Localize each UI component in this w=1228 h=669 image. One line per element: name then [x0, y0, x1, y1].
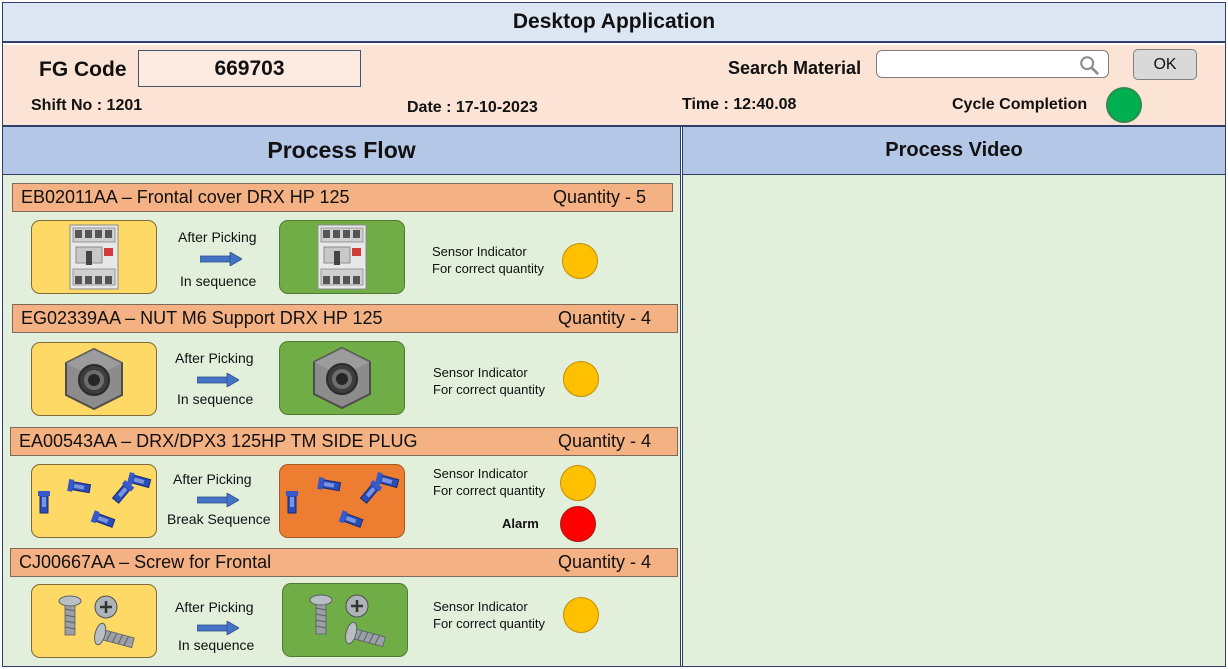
before-pick-image	[31, 584, 157, 658]
material-row-header[interactable]: EG02339AA – NUT M6 Support DRX HP 125 Qu…	[12, 304, 678, 333]
alarm-indicator-light	[560, 506, 596, 542]
fg-code-field[interactable]: 669703	[138, 50, 361, 87]
before-pick-image	[31, 342, 157, 416]
sensor-indicator-sub-label: For correct quantity	[433, 382, 545, 397]
sensor-indicator-sub-label: For correct quantity	[433, 483, 545, 498]
app-title: Desktop Application	[3, 3, 1225, 43]
material-code-description: CJ00667AA – Screw for Frontal	[19, 552, 272, 572]
desktop-app-window: Desktop Application FG Code 669703 Searc…	[2, 2, 1226, 667]
hex-nut-icon	[65, 348, 123, 410]
header-panel: FG Code 669703 Search Material OK Shift …	[3, 45, 1225, 127]
circuit-breaker-icon	[69, 224, 119, 290]
screw-icon	[58, 594, 137, 654]
sensor-indicator-light	[563, 597, 599, 633]
material-code-description: EG02339AA – NUT M6 Support DRX HP 125	[21, 308, 383, 328]
material-quantity: Quantity - 4	[557, 552, 651, 572]
side-plug-icon	[37, 471, 152, 530]
material-row-header[interactable]: EA00543AA – DRX/DPX3 125HP TM SIDE PLUG …	[10, 427, 678, 456]
process-video-panel	[682, 175, 1225, 666]
cycle-completion-label: Cycle Completion	[952, 96, 1088, 113]
sensor-indicator-sub-label: For correct quantity	[433, 616, 545, 631]
arrow-right-icon	[197, 373, 239, 387]
after-pick-image	[282, 583, 408, 657]
date-display: Date : 17-10-2023	[407, 99, 538, 116]
hex-nut-icon	[313, 347, 371, 409]
material-row-header[interactable]: EB02011AA – Frontal cover DRX HP 125 Qua…	[12, 183, 673, 212]
process-video-title: Process Video	[682, 127, 1225, 175]
process-flow-title: Process Flow	[3, 127, 681, 175]
material-quantity: Quantity - 4	[557, 308, 651, 328]
time-display: Time : 12:40.08	[682, 96, 797, 113]
sensor-indicator-label: Sensor Indicator	[433, 599, 528, 614]
sensor-indicator-label: Sensor Indicator	[433, 466, 528, 481]
material-quantity: Quantity - 5	[552, 187, 646, 207]
flow-step-label: After Picking	[175, 599, 254, 615]
alarm-label: Alarm	[502, 516, 539, 531]
sensor-indicator-light	[560, 465, 596, 501]
circuit-breaker-icon	[317, 224, 367, 290]
before-pick-image	[31, 464, 157, 538]
sensor-indicator-light	[563, 361, 599, 397]
before-pick-image	[31, 220, 157, 294]
sensor-indicator-sub-label: For correct quantity	[432, 261, 544, 276]
material-row-header[interactable]: CJ00667AA – Screw for Frontal Quantity -…	[10, 548, 678, 577]
arrow-right-icon	[197, 621, 239, 635]
flow-step-label: After Picking	[175, 350, 254, 366]
material-quantity: Quantity - 4	[557, 431, 651, 451]
flow-step-label: After Picking	[178, 229, 257, 245]
search-material-input[interactable]	[883, 54, 1073, 74]
side-plug-icon	[285, 471, 400, 530]
screw-icon	[309, 593, 388, 653]
search-material-box[interactable]	[876, 50, 1109, 78]
fg-code-label: FG Code	[39, 58, 127, 81]
after-pick-image	[279, 464, 405, 538]
cycle-completion-indicator	[1106, 87, 1142, 123]
sensor-indicator-label: Sensor Indicator	[432, 244, 527, 259]
after-pick-image	[279, 341, 405, 415]
arrow-right-icon	[200, 252, 242, 266]
sensor-indicator-label: Sensor Indicator	[433, 365, 528, 380]
search-material-label: Search Material	[728, 58, 862, 78]
after-pick-image	[279, 220, 405, 294]
material-code-description: EB02011AA – Frontal cover DRX HP 125	[21, 187, 350, 207]
shift-number: Shift No : 1201	[31, 97, 143, 114]
flow-sequence-label: In sequence	[177, 391, 254, 407]
ok-button[interactable]: OK	[1133, 49, 1197, 80]
arrow-right-icon	[197, 493, 239, 507]
material-code-description: EA00543AA – DRX/DPX3 125HP TM SIDE PLUG	[19, 431, 418, 451]
flow-sequence-label: Break Sequence	[167, 511, 271, 527]
flow-step-label: After Picking	[173, 471, 252, 487]
process-flow-panel: EB02011AA – Frontal cover DRX HP 125 Qua…	[3, 175, 681, 666]
sensor-indicator-light	[562, 243, 598, 279]
flow-sequence-label: In sequence	[180, 273, 257, 289]
search-icon[interactable]	[1078, 54, 1100, 76]
flow-sequence-label: In sequence	[178, 637, 255, 653]
